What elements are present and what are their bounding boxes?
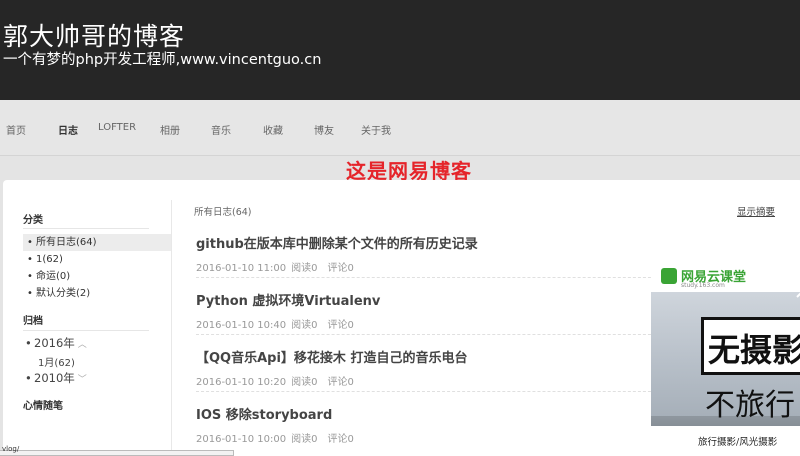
post-item: IOS 移除storyboard 2016-01-10 10:00 阅读0 评论0 [196, 404, 666, 445]
nav-favorites[interactable]: 收藏 [263, 122, 283, 137]
category-heading: 分类 [23, 215, 43, 226]
ad-headline: 无摄影 [708, 331, 800, 369]
chevron-up-icon: ︿ [77, 340, 87, 350]
post-reads[interactable]: 阅读0 [291, 434, 317, 445]
post-title[interactable]: 【QQ音乐Api】移花接木 打造自己的音乐电台 [196, 347, 666, 366]
post-comments[interactable]: 评论0 [328, 263, 354, 274]
sidebar: 分类 • 所有日志(64) • 1(62) • 命运(0) • 默认分类(2) 归档 •… [3, 180, 171, 456]
post-title[interactable]: github在版本库中删除某个文件的所有历史记录 [196, 233, 666, 252]
post-list-heading: 所有日志(64) [194, 207, 252, 218]
nav-album[interactable]: 相册 [160, 122, 180, 137]
post-title[interactable]: IOS 移除storyboard [196, 404, 666, 423]
nav-lofter[interactable]: LOFTER [98, 122, 136, 133]
chevron-down-icon: ﹀ [77, 375, 87, 385]
post-date: 2016-01-10 11:00 [196, 263, 287, 274]
post-item: 【QQ音乐Api】移花接木 打造自己的音乐电台 2016-01-10 10:20… [196, 347, 666, 388]
mood-heading[interactable]: 心情随笔 [23, 397, 63, 412]
archive-year-label: 2016年 [34, 336, 75, 350]
category-label: 1(62) [36, 254, 63, 265]
category-label: 默认分类(2) [36, 288, 91, 299]
status-bar: vlog/ [0, 445, 234, 456]
archive-month-jan[interactable]: 1月(62) [38, 354, 75, 369]
post-item: github在版本库中删除某个文件的所有历史记录 2016-01-10 11:0… [196, 233, 666, 274]
post-divider [196, 391, 666, 392]
category-divider [23, 228, 149, 229]
ad-next-arrow-icon[interactable] [796, 286, 800, 298]
blog-subtitle: 一个有梦的php开发工程师,www.vincentguo.cn [3, 52, 322, 68]
category-label: 所有日志(64) [36, 237, 97, 248]
post-reads[interactable]: 阅读0 [291, 320, 317, 331]
bullet-icon: • [27, 271, 33, 282]
post-reads[interactable]: 阅读0 [291, 263, 317, 274]
post-divider [196, 334, 666, 335]
post-comments[interactable]: 评论0 [328, 377, 354, 388]
nav-bar: 首页 日志 LOFTER 相册 音乐 收藏 博友 关于我 [0, 100, 800, 156]
post-reads[interactable]: 阅读0 [291, 377, 317, 388]
category-item-all[interactable]: • 所有日志(64) [23, 234, 171, 251]
show-summary-link[interactable]: 显示摘要 [737, 204, 775, 218]
post-meta: 2016-01-10 11:00 阅读0 评论0 [196, 259, 666, 274]
post-meta: 2016-01-10 10:40 阅读0 评论0 [196, 316, 666, 331]
category-item-1[interactable]: • 1(62) [23, 251, 171, 268]
archive-year-label: 2010年 [34, 371, 75, 385]
ad-caption-text: 旅行摄影/风光摄影 [698, 437, 778, 448]
ad-subheadline: 不旅行 [705, 388, 795, 423]
post-date: 2016-01-10 10:40 [196, 320, 287, 331]
archive-year-2010[interactable]: • 2010年 ﹀ [25, 370, 87, 386]
post-comments[interactable]: 评论0 [328, 320, 354, 331]
bullet-icon: • [27, 254, 33, 265]
ad-banner[interactable]: 网易云课堂 study.163.com 无摄影 不旅行 旅行摄影/风光摄影 [651, 262, 800, 456]
post-title[interactable]: Python 虚拟环境Virtualenv [196, 290, 666, 309]
category-label: 命运(0) [36, 271, 71, 282]
archive-divider [23, 330, 149, 331]
status-url: vlog/ [2, 445, 20, 453]
nav-blog[interactable]: 日志 [58, 122, 78, 137]
bullet-icon: • [25, 371, 32, 385]
bullet-icon: • [27, 237, 33, 248]
nav-music[interactable]: 音乐 [211, 122, 231, 137]
bullet-icon: • [27, 288, 33, 299]
bullet-icon: • [25, 336, 32, 350]
nav-friends[interactable]: 博友 [314, 122, 334, 137]
post-comments[interactable]: 评论0 [328, 434, 354, 445]
post-meta: 2016-01-10 10:00 阅读0 评论0 [196, 430, 666, 445]
archive-heading: 归档 [23, 316, 43, 327]
ad-caption: 旅行摄影/风光摄影 [651, 426, 800, 456]
post-date: 2016-01-10 10:20 [196, 377, 287, 388]
netease-study-logo-icon [661, 268, 677, 284]
category-item-fate[interactable]: • 命运(0) [23, 268, 171, 285]
nav-home[interactable]: 首页 [6, 122, 26, 137]
post-date: 2016-01-10 10:00 [196, 434, 287, 445]
category-item-default[interactable]: • 默认分类(2) [23, 285, 171, 302]
post-meta: 2016-01-10 10:20 阅读0 评论0 [196, 373, 666, 388]
archive-year-2016[interactable]: • 2016年 ︿ [25, 335, 87, 351]
ad-url: study.163.com [681, 282, 725, 289]
post-divider [196, 277, 666, 278]
nav-about[interactable]: 关于我 [361, 122, 391, 137]
blog-header: 郭大帅哥的博客 一个有梦的php开发工程师,www.vincentguo.cn [0, 0, 800, 100]
post-item: Python 虚拟环境Virtualenv 2016-01-10 10:40 阅读… [196, 290, 666, 331]
